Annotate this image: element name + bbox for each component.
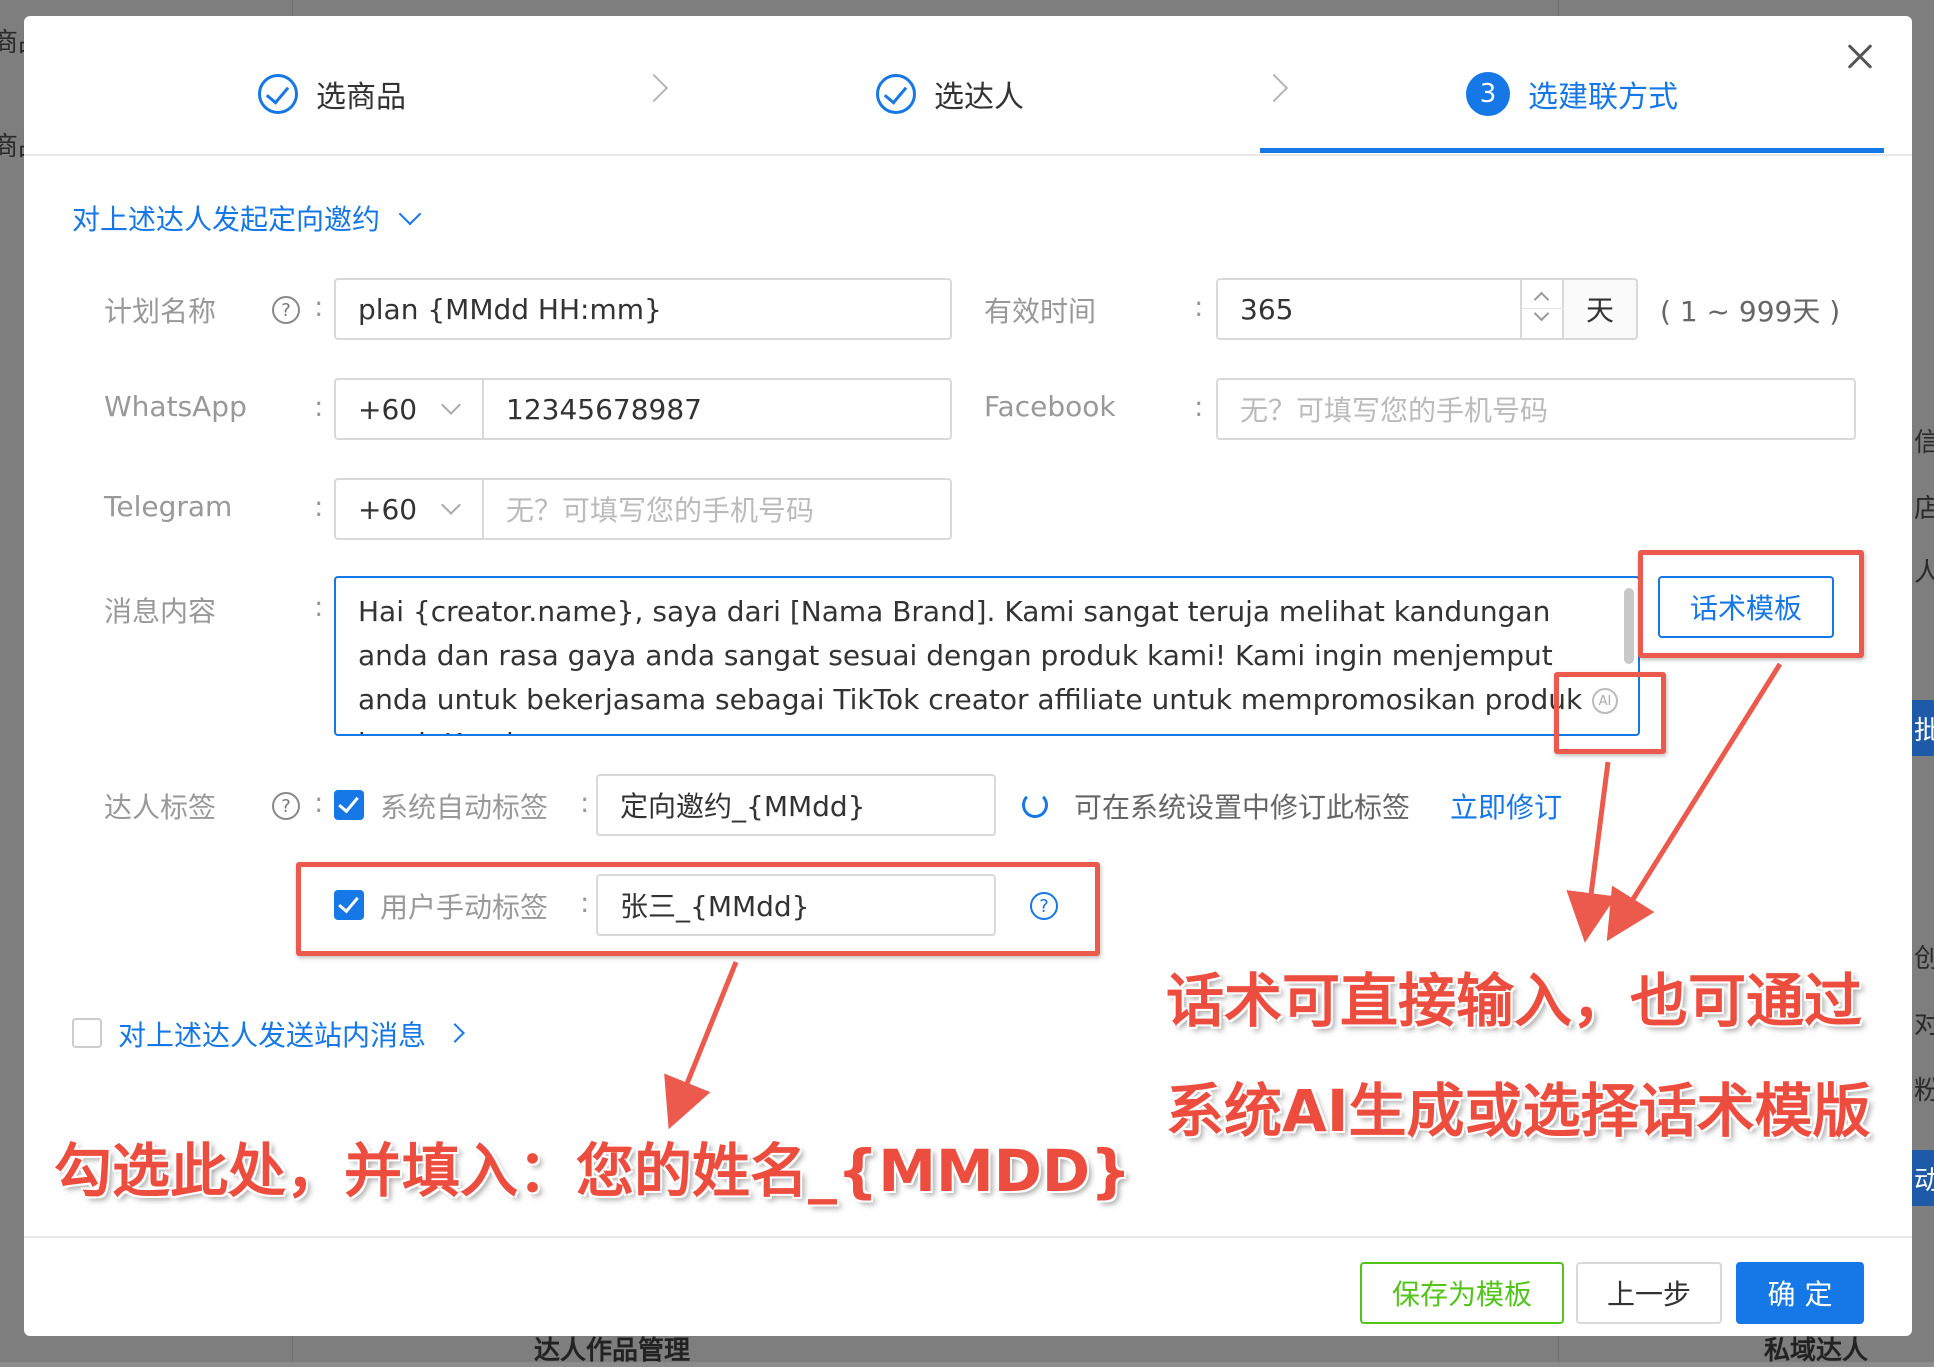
arrow-ai [1566,761,1616,943]
annotation-text: 勾选此处，并填入：您的姓名_{MMDD} [54,1137,1132,1205]
arrow-template [1606,662,1783,942]
annotation-text: 系统AI生成或选择话术模版 [1166,1077,1871,1145]
arrow-manual-tag [664,961,739,1130]
annotation-text: 话术可直接输入，也可通过 [1166,967,1863,1035]
